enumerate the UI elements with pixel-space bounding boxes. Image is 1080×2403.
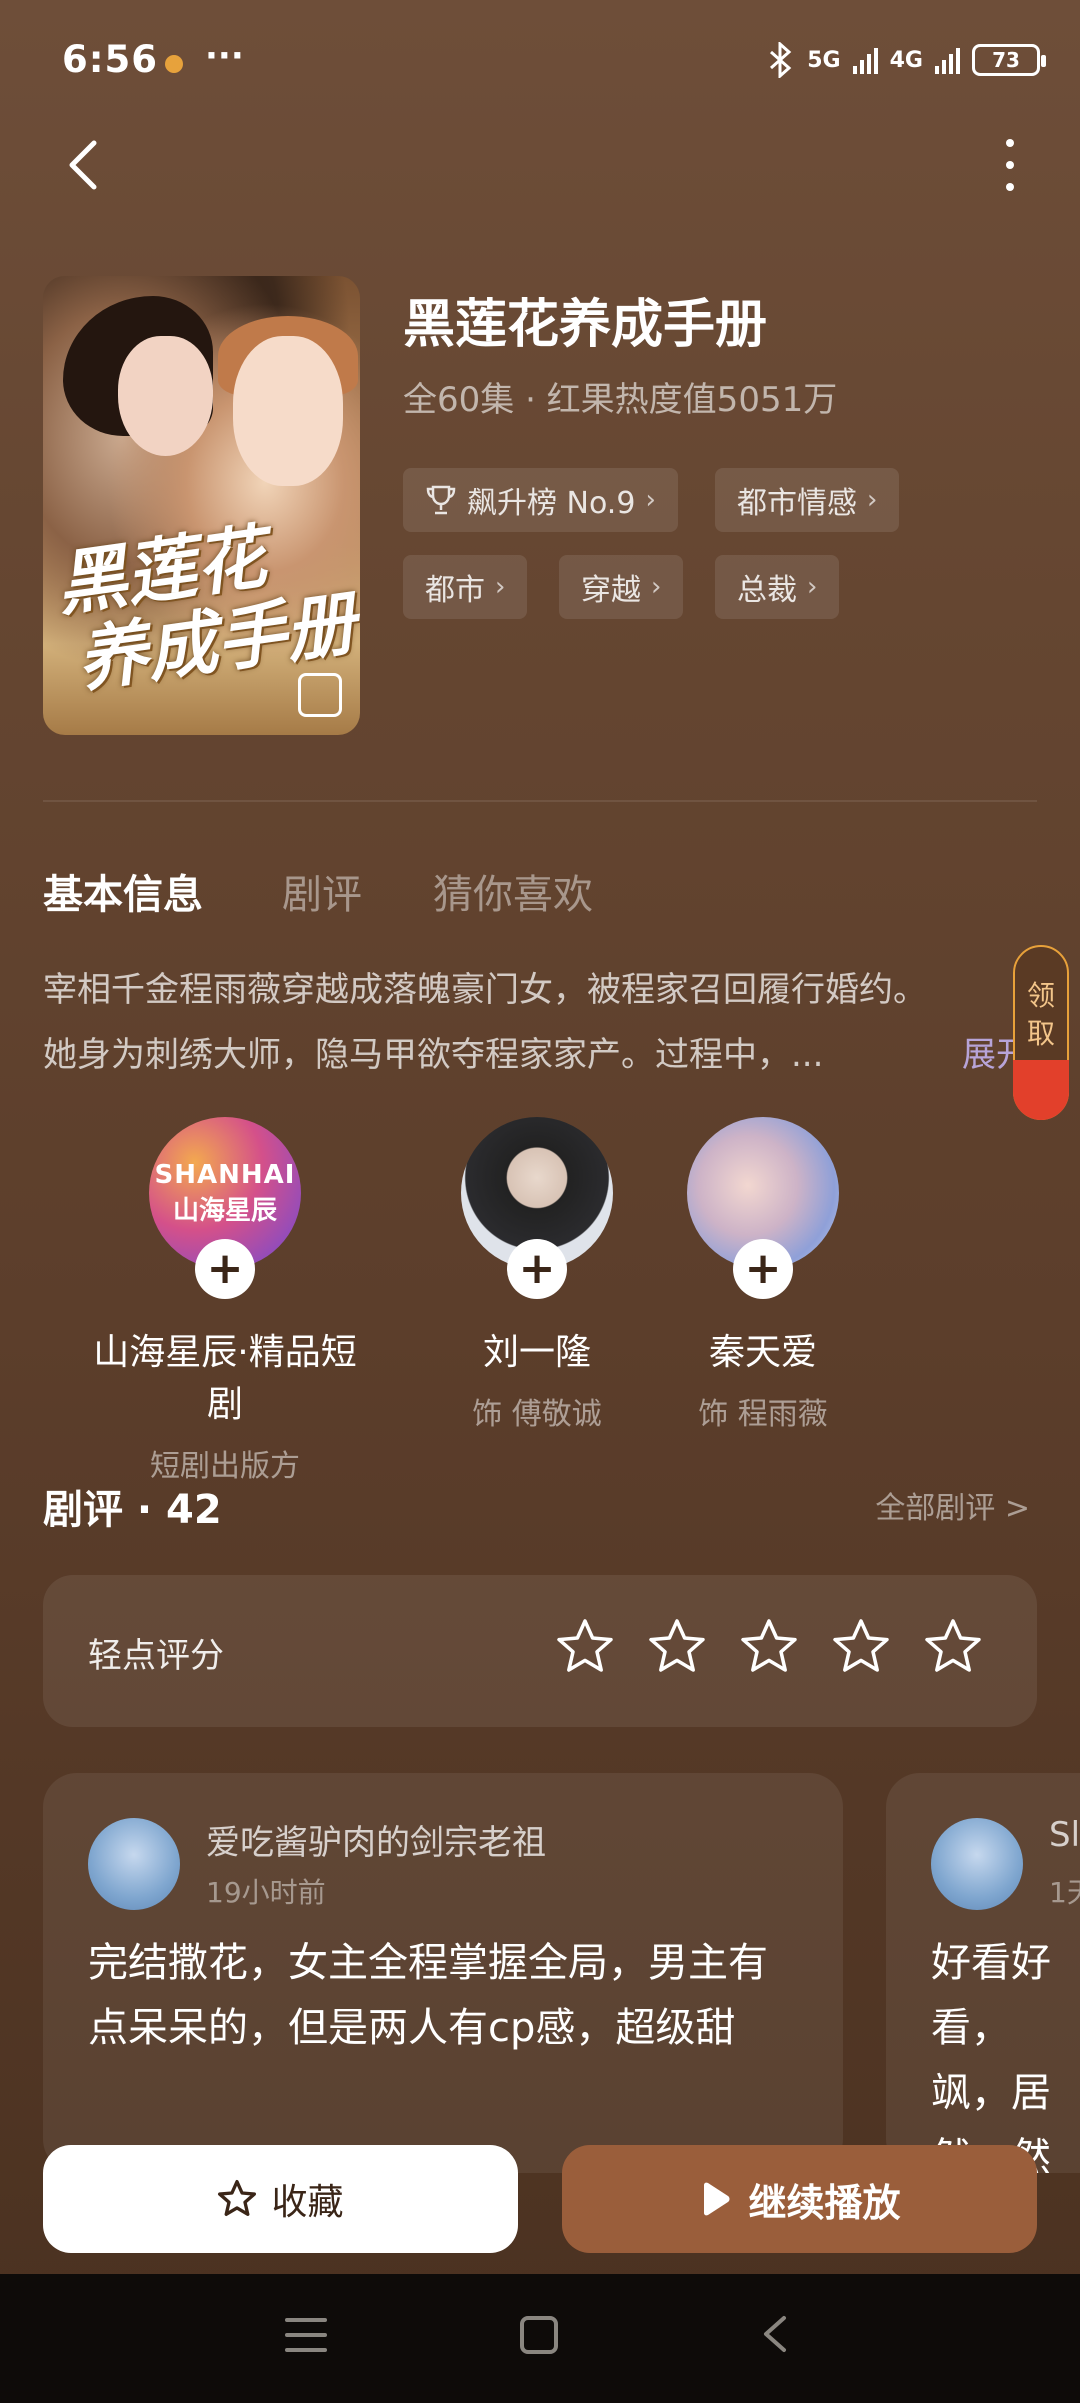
widget-label: 取 bbox=[1026, 1017, 1055, 1050]
trophy-icon bbox=[426, 485, 456, 515]
signal-icon bbox=[935, 46, 960, 74]
avatar[interactable]: + bbox=[461, 1117, 613, 1299]
tag-urban-romance[interactable]: 都市情感 › bbox=[715, 468, 900, 532]
dot-icon bbox=[1006, 183, 1014, 191]
review-card[interactable]: 爱吃酱驴肉的剑宗老祖 19小时前 完结撒花，女主全程掌握全局，男主有点呆呆的，但… bbox=[43, 1773, 843, 2173]
cover-art bbox=[233, 336, 343, 486]
tag-urban[interactable]: 都市 › bbox=[403, 555, 528, 619]
dot-icon bbox=[1006, 161, 1014, 169]
logo-text: 山海星辰 bbox=[172, 1195, 277, 1226]
status-time: 6:56 bbox=[62, 38, 159, 81]
system-back-icon[interactable] bbox=[760, 2314, 790, 2354]
tag-label: 都市 bbox=[425, 573, 485, 608]
cast-item-publisher[interactable]: SHANHAI 山海星辰 + 山海星辰·精品短剧 短剧出版方 bbox=[85, 1117, 365, 1485]
review-text: 完结撒花，女主全程掌握全局，男主有点呆呆的，但是两人有cp感，超级甜 bbox=[88, 1940, 768, 2051]
status-indicators: 5G 4G 73 bbox=[767, 42, 1046, 78]
red-envelope-icon[interactable] bbox=[1013, 1060, 1069, 1120]
tag-label: 都市情感 bbox=[737, 486, 857, 521]
cover-badge-icon bbox=[298, 673, 342, 717]
person-name: 秦天爱 bbox=[708, 1332, 817, 1373]
follow-plus-icon[interactable]: + bbox=[507, 1239, 567, 1299]
divider bbox=[43, 800, 1037, 802]
description-line: 她身为刺绣大师，隐马甲欲夺程家家产。过程中，... bbox=[43, 1035, 824, 1075]
cover-art bbox=[118, 336, 213, 456]
widget-label: 领 bbox=[1026, 979, 1055, 1012]
favorite-button[interactable]: 收藏 bbox=[43, 2145, 518, 2253]
logo-text: SHANHAI bbox=[154, 1159, 296, 1190]
person-role: 饰 程雨薇 bbox=[698, 1397, 828, 1432]
reviews-header: 剧评 · 42 bbox=[43, 1487, 222, 1533]
avatar[interactable] bbox=[931, 1818, 1023, 1910]
chevron-right-icon: › bbox=[495, 572, 506, 602]
person-name: 山海星辰·精品短剧 bbox=[93, 1332, 357, 1425]
star-icon[interactable] bbox=[831, 1617, 891, 1677]
star-icon bbox=[218, 2180, 257, 2216]
review-user[interactable]: Sl bbox=[1049, 1815, 1080, 1855]
tag-ceo[interactable]: 总裁 › bbox=[715, 555, 840, 619]
rating-stars[interactable] bbox=[555, 1617, 983, 1677]
home-icon[interactable] bbox=[520, 2316, 558, 2354]
tab-recommendations[interactable]: 猜你喜欢 bbox=[433, 862, 593, 920]
network-5g-label: 5G bbox=[807, 47, 841, 73]
play-icon bbox=[704, 2182, 730, 2216]
play-label: 继续播放 bbox=[748, 2180, 901, 2225]
star-icon[interactable] bbox=[923, 1617, 983, 1677]
favorite-label: 收藏 bbox=[271, 2182, 344, 2223]
tag-label: 总裁 bbox=[737, 573, 797, 608]
follow-plus-icon[interactable]: + bbox=[195, 1239, 255, 1299]
tag-label: 穿越 bbox=[581, 573, 641, 608]
cast-item-actress[interactable]: + 秦天爱 饰 程雨薇 bbox=[623, 1117, 903, 1433]
notification-dot-icon bbox=[165, 55, 183, 73]
tab-reviews[interactable]: 剧评 bbox=[282, 862, 362, 920]
tab-basic-info[interactable]: 基本信息 bbox=[43, 862, 203, 920]
chevron-right-icon: › bbox=[807, 572, 818, 602]
star-icon[interactable] bbox=[647, 1617, 707, 1677]
avatar[interactable] bbox=[88, 1818, 180, 1910]
review-user[interactable]: 爱吃酱驴肉的剑宗老祖 bbox=[206, 1815, 546, 1864]
star-icon[interactable] bbox=[555, 1617, 615, 1677]
drama-cover[interactable]: 黑莲花 养成手册 bbox=[43, 276, 360, 735]
publisher-logo[interactable]: SHANHAI 山海星辰 + bbox=[149, 1117, 301, 1299]
all-reviews-link[interactable]: 全部剧评 > bbox=[875, 1483, 1030, 1527]
chevron-right-icon: › bbox=[651, 572, 662, 602]
review-time: 1天 bbox=[1049, 1876, 1080, 1909]
tag-ranking[interactable]: 飙升榜 No.9 › bbox=[403, 468, 678, 532]
dot-icon bbox=[1006, 139, 1014, 147]
star-icon[interactable] bbox=[739, 1617, 799, 1677]
battery-icon: 73 bbox=[972, 44, 1046, 76]
tag-time-travel[interactable]: 穿越 › bbox=[559, 555, 684, 619]
more-options-button[interactable] bbox=[1000, 135, 1020, 195]
back-button[interactable] bbox=[60, 135, 110, 195]
chevron-right-icon: › bbox=[645, 485, 656, 515]
signal-icon bbox=[852, 46, 878, 74]
drama-description: 宰相千金程雨薇穿越成落魄豪门女，被程家召回履行婚约。 她身为刺绣大师，隐马甲欲夺… bbox=[43, 958, 1023, 1088]
continue-play-button[interactable]: 继续播放 bbox=[562, 2145, 1037, 2253]
status-more-icon: ··· bbox=[205, 36, 244, 76]
recent-apps-icon[interactable] bbox=[285, 2318, 327, 2352]
drama-meta: 全60集 · 红果热度值5051万 bbox=[403, 380, 838, 420]
description-line: 宰相千金程雨薇穿越成落魄豪门女，被程家召回履行婚约。 bbox=[43, 970, 927, 1010]
network-4g-label: 4G bbox=[889, 47, 923, 73]
bluetooth-icon bbox=[770, 42, 792, 78]
review-time: 19小时前 bbox=[206, 1876, 326, 1909]
back-arrow-icon bbox=[69, 140, 97, 190]
rating-label: 轻点评分 bbox=[88, 1636, 224, 1676]
review-card[interactable]: Sl 1天 好看好看，飒，居然，然是94 bbox=[886, 1773, 1080, 2173]
follow-plus-icon[interactable]: + bbox=[733, 1239, 793, 1299]
drama-title: 黑莲花养成手册 bbox=[403, 295, 768, 355]
chevron-right-icon: › bbox=[867, 485, 878, 515]
tag-label: 飙升榜 No.9 bbox=[467, 486, 636, 521]
review-text: 好看好看，飒，居然，然是94 bbox=[931, 1940, 1051, 2173]
avatar[interactable]: + bbox=[687, 1117, 839, 1299]
